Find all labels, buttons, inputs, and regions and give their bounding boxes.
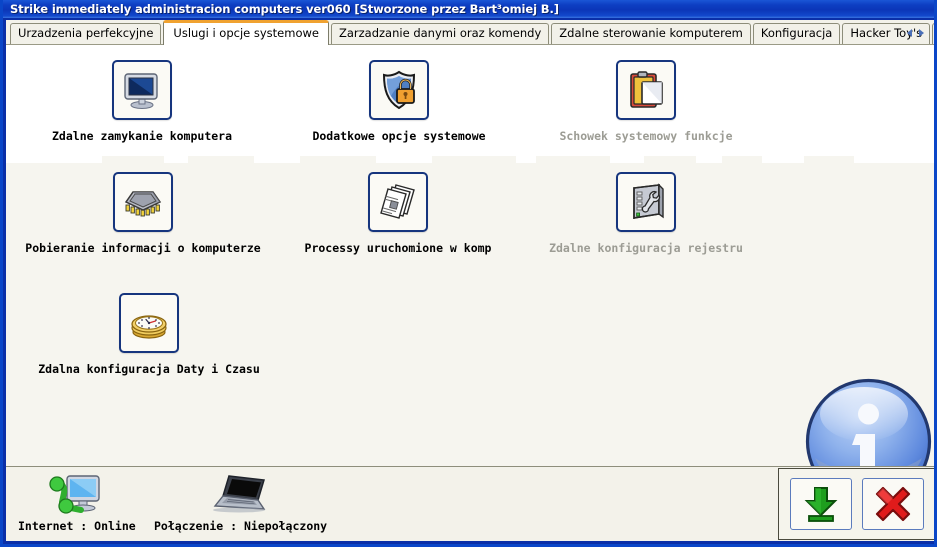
- tile-button[interactable]: [113, 172, 173, 232]
- title-bar: Strike immediately administracion comput…: [3, 0, 937, 19]
- laptop-icon: [209, 473, 273, 517]
- bg-notch: [300, 156, 376, 163]
- tile-label: Zdalne konfiguracja rejestru: [549, 241, 743, 255]
- tab-label: Uslugi i opcje systemowe: [173, 28, 319, 40]
- status-connection-label: Połączenie : Niepołączony: [154, 519, 327, 533]
- tab-scroll-controls: [897, 24, 933, 41]
- tile-schowek-systemowy-funkcje[interactable]: Schowek systemowy funkcje: [559, 60, 733, 143]
- tile-label: Zdalna konfiguracja Daty i Czasu: [38, 362, 260, 376]
- tab-urzadzenia-perfekcyjne[interactable]: Urzadzenia perfekcyjne: [10, 23, 161, 44]
- scroll-right-icon[interactable]: [919, 29, 924, 37]
- tab-content-panel: Zdalne zamykanie komputera: [6, 45, 937, 466]
- cpu-chip-icon: [122, 181, 164, 223]
- tile-zdalne-zamykanie-komputera[interactable]: Zdalne zamykanie komputera: [57, 60, 227, 143]
- bg-notch: [722, 156, 762, 163]
- tile-dodatkowe-opcje-systemowe[interactable]: Dodatkowe opcje systemowe: [309, 60, 489, 143]
- tab-label: Zarzadzanie danymi oraz komendy: [339, 28, 541, 40]
- tab-strip: Urzadzenia perfekcyjne Uslugi i opcje sy…: [6, 20, 937, 45]
- bg-notch: [188, 156, 254, 163]
- red-x-icon: [873, 484, 913, 524]
- tab-label: Konfiguracja: [761, 28, 832, 40]
- tile-zdalne-konfiguracja-rejestru[interactable]: Zdalne konfiguracja rejestru: [544, 172, 748, 255]
- status-internet: Internet : Online: [18, 473, 136, 533]
- tile-processy-uruchomione-w-komp[interactable]: Processy uruchomione w komp: [301, 172, 495, 255]
- application-window: Strike immediately administracion comput…: [0, 0, 937, 547]
- window-title: Strike immediately administracion comput…: [3, 2, 559, 16]
- tile-label: Schowek systemowy funkcje: [559, 129, 732, 143]
- tab-uslugi-i-opcje-systemowe[interactable]: Uslugi i opcje systemowe: [163, 20, 329, 45]
- tile-button[interactable]: [119, 293, 179, 353]
- tab-konfiguracja[interactable]: Konfiguracja: [753, 23, 840, 44]
- action-button-group: [778, 468, 935, 540]
- tab-label: Zdalne sterowanie komputerem: [559, 28, 743, 40]
- clipboard-icon: [625, 69, 667, 111]
- bg-notch: [102, 156, 164, 163]
- download-button[interactable]: [790, 478, 852, 530]
- close-button[interactable]: [862, 478, 924, 530]
- monitor-icon: [121, 69, 163, 111]
- internet-monitor-icon: [47, 473, 107, 517]
- tile-pobieranie-informacji-o-komputerze[interactable]: Pobieranie informacji o komputerze: [27, 172, 259, 255]
- tile-label: Dodatkowe opcje systemowe: [312, 129, 485, 143]
- clock-icon: [128, 302, 170, 344]
- status-connection: Połączenie : Niepołączony: [154, 473, 327, 533]
- bg-notch: [536, 156, 610, 163]
- documents-icon: [377, 181, 419, 223]
- tile-button[interactable]: [368, 172, 428, 232]
- status-bar: Internet : Online Połączenie : Niepołącz…: [6, 466, 937, 541]
- tile-button[interactable]: [112, 60, 172, 120]
- scroll-left-icon[interactable]: [907, 29, 912, 37]
- bg-notch: [804, 156, 854, 163]
- tab-label: Urzadzenia perfekcyjne: [18, 28, 153, 40]
- status-internet-label: Internet : Online: [18, 519, 136, 533]
- shield-lock-icon: [378, 69, 420, 111]
- registry-icon: [625, 181, 667, 223]
- tab-zarzadzanie-danymi-oraz-komendy[interactable]: Zarzadzanie danymi oraz komendy: [331, 23, 549, 44]
- bg-notch: [644, 156, 696, 163]
- download-arrow-icon: [801, 484, 841, 524]
- tile-button[interactable]: [369, 60, 429, 120]
- tile-zdalna-konfiguracja-daty-i-czasu[interactable]: Zdalna konfiguracja Daty i Czasu: [36, 293, 262, 376]
- tile-button[interactable]: [616, 60, 676, 120]
- tile-label: Pobieranie informacji o komputerze: [25, 241, 260, 255]
- bg-notch: [432, 156, 516, 163]
- tab-zdalne-sterowanie-komputerem[interactable]: Zdalne sterowanie komputerem: [551, 23, 751, 44]
- info-sphere-icon: [803, 376, 934, 466]
- tile-label: Processy uruchomione w komp: [305, 241, 492, 255]
- tile-button[interactable]: [616, 172, 676, 232]
- tile-label: Zdalne zamykanie komputera: [52, 129, 232, 143]
